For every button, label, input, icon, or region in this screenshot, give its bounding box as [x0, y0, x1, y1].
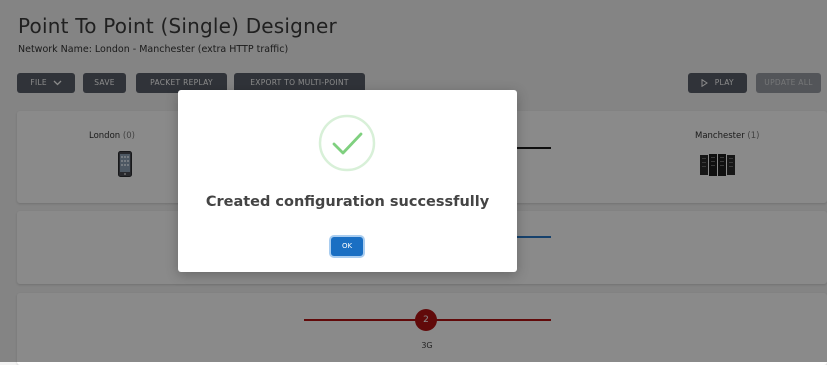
- ok-button[interactable]: OK: [331, 237, 363, 256]
- checkmark-circle-icon: [318, 114, 376, 172]
- dialog-message: Created configuration successfully: [205, 194, 490, 210]
- success-dialog: Created configuration successfully OK: [178, 90, 517, 272]
